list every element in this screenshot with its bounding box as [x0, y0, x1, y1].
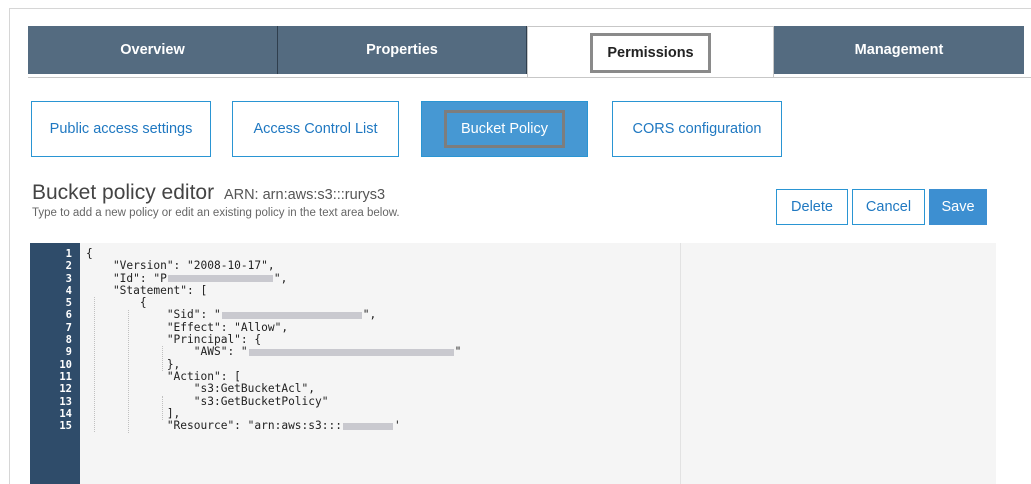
cancel-button[interactable]: Cancel: [852, 189, 925, 225]
line-number: 13: [59, 395, 72, 408]
cors-configuration-button[interactable]: CORS configuration: [612, 101, 782, 157]
line-number: 9: [65, 346, 72, 359]
code-line-text: "Id": "P: [86, 271, 167, 285]
line-number: 10: [59, 358, 72, 371]
indent-guide: [128, 309, 129, 433]
code-line-tail: ': [393, 419, 401, 433]
code-line-text: "Action": [: [86, 369, 241, 383]
indent-guide: [162, 346, 163, 371]
line-number: 2: [65, 260, 72, 273]
tab-permissions-label: Permissions: [590, 32, 711, 73]
code-line-tail: ",: [273, 271, 288, 285]
line-number: 8: [65, 334, 72, 347]
print-margin: [680, 243, 681, 484]
redacted-value: [342, 422, 393, 430]
code-line-text: "s3:GetBucketPolicy": [86, 394, 329, 408]
tab-properties[interactable]: Properties: [278, 26, 527, 74]
code-line-text: "Statement": [: [86, 283, 208, 297]
code-line-text: "s3:GetBucketAcl",: [86, 382, 316, 396]
policy-code-editor[interactable]: 1 2 3 4 5 6 7 8 9 10 11 12 13 14 15 { "Version": "2008…: [30, 243, 996, 484]
code-line-text: "Version": "2008-10-17",: [86, 259, 275, 273]
indent-guide: [162, 395, 163, 421]
line-number: 14: [59, 407, 72, 420]
line-number-gutter: 1 2 3 4 5 6 7 8 9 10 11 12 13 14 15: [30, 243, 80, 484]
line-number: 15: [59, 420, 72, 433]
code-line-text: "Effect": "Allow",: [86, 320, 289, 334]
page-title: Bucket policy editor ARN: arn:aws:s3:::r…: [32, 181, 385, 205]
tab-management[interactable]: Management: [774, 26, 1024, 74]
tab-overview[interactable]: Overview: [28, 26, 278, 74]
code-line-text: "Sid": ": [86, 308, 221, 322]
public-access-settings-button[interactable]: Public access settings: [31, 101, 211, 157]
policy-code-text[interactable]: { "Version": "2008-10-17", "Id": "P ", "S…: [86, 247, 462, 432]
line-number: 12: [59, 383, 72, 396]
code-line-text: "AWS": ": [86, 345, 248, 359]
tab-permissions[interactable]: Permissions: [527, 26, 774, 78]
tabs-divider: [28, 77, 1031, 78]
save-button[interactable]: Save: [929, 189, 987, 225]
bucket-policy-button[interactable]: Bucket Policy: [421, 101, 588, 157]
redacted-value: [248, 348, 454, 356]
bucket-policy-label: Bucket Policy: [443, 110, 566, 148]
line-number: 11: [59, 370, 72, 383]
redacted-value: [221, 311, 362, 319]
editor-instructions: Type to add a new policy or edit an exis…: [32, 207, 400, 219]
code-line-text: ],: [86, 406, 181, 420]
editor-title-text: Bucket policy editor: [32, 181, 215, 204]
delete-button[interactable]: Delete: [776, 189, 848, 225]
code-line: "Resource": "arn:aws:s3::: ': [86, 420, 461, 432]
code-line-text: "Resource": "arn:aws:s3:::: [86, 419, 342, 433]
line-number: 5: [65, 297, 72, 310]
code-line-tail: ",: [362, 308, 377, 322]
line-number: 6: [65, 309, 72, 322]
code-line-text: {: [86, 247, 93, 260]
bucket-arn: ARN: arn:aws:s3:::rurys3: [223, 187, 386, 203]
code-line-text: "Principal": {: [86, 333, 262, 347]
indent-guide: [94, 297, 95, 433]
main-tabs: Overview Properties Permissions Manageme…: [28, 26, 1031, 78]
code-line-text: {: [86, 296, 147, 310]
code-line-text: },: [86, 357, 181, 371]
line-number: 7: [65, 321, 72, 334]
line-number: 1: [65, 248, 72, 260]
access-control-list-button[interactable]: Access Control List: [232, 101, 399, 157]
line-number: 3: [65, 272, 72, 285]
redacted-value: [167, 275, 273, 283]
line-number: 4: [65, 284, 72, 297]
s3-bucket-permissions-panel: Overview Properties Permissions Manageme…: [9, 8, 1031, 484]
code-line-tail: ": [454, 345, 462, 359]
